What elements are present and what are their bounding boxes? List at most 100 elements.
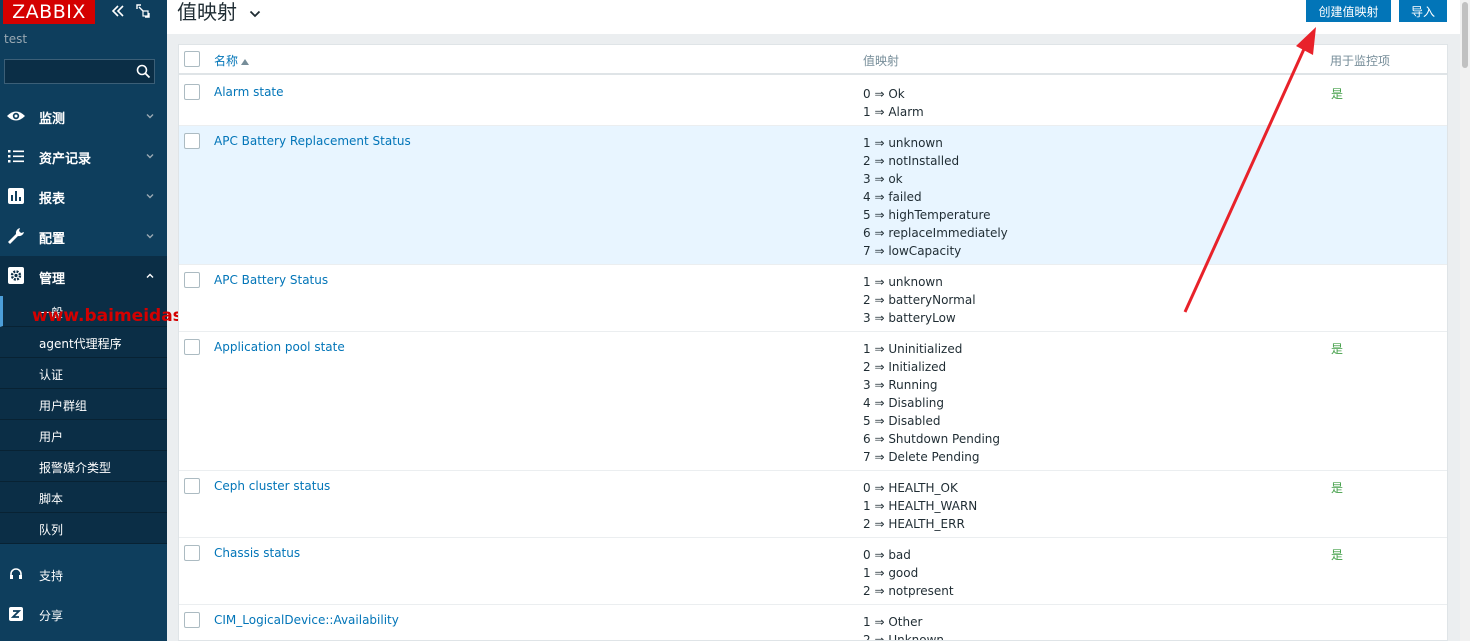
column-header-name[interactable]: 名称 bbox=[214, 52, 250, 69]
mapping-entry: 2 ⇒ HEALTH_ERR bbox=[863, 517, 965, 531]
submenu-item-label: agent代理程序 bbox=[39, 337, 122, 351]
scrollbar-thumb[interactable] bbox=[1462, 2, 1468, 68]
sort-asc-icon bbox=[241, 58, 250, 65]
mapping-list: 1 ⇒ Other 2 ⇒ Unknown bbox=[863, 613, 945, 641]
mapping-entry: 3 ⇒ Running bbox=[863, 378, 938, 392]
mapping-entry: 2 ⇒ batteryNormal bbox=[863, 293, 976, 307]
submenu-item-user-groups[interactable]: 用户群组 bbox=[0, 389, 167, 420]
wrench-icon bbox=[8, 228, 24, 244]
value-map-name-link[interactable]: CIM_LogicalDevice::Availability bbox=[214, 613, 399, 627]
row-checkbox[interactable] bbox=[184, 133, 200, 149]
submenu-item-media-types[interactable]: 报警媒介类型 bbox=[0, 451, 167, 482]
menu-item-administration[interactable]: 管理 bbox=[0, 256, 167, 296]
submenu-item-users[interactable]: 用户 bbox=[0, 420, 167, 451]
submenu-item-scripts[interactable]: 脚本 bbox=[0, 482, 167, 513]
share-icon bbox=[9, 607, 23, 621]
menu-item-label: 报表 bbox=[39, 192, 66, 207]
page-header: 值映射 创建值映射 导入 bbox=[167, 0, 1460, 34]
row-checkbox[interactable] bbox=[184, 545, 200, 561]
page-title[interactable]: 值映射 bbox=[177, 0, 237, 24]
mapping-entry: 4 ⇒ Disabling bbox=[863, 396, 945, 410]
table-row: APC Battery Status 1 ⇒ unknown 2 ⇒ battery… bbox=[179, 265, 1447, 332]
table-row: Ceph cluster status 0 ⇒ HEALTH_OK 1 ⇒ HEAL… bbox=[179, 471, 1447, 538]
select-all-checkbox[interactable] bbox=[184, 51, 200, 67]
table-row: CIM_LogicalDevice::Availability 1 ⇒ Other… bbox=[179, 605, 1447, 641]
column-header-mappings: 值映射 bbox=[863, 54, 900, 68]
table-body: Alarm state 0 ⇒ Ok 1 ⇒ Alarm 是 APC Battery R… bbox=[179, 77, 1447, 641]
submenu-item-label: 报警媒介类型 bbox=[39, 461, 112, 475]
kiosk-mode-icon[interactable] bbox=[136, 4, 150, 18]
menu-item-configuration[interactable]: 配置 bbox=[0, 216, 167, 256]
submenu-item-queue[interactable]: 队列 bbox=[0, 513, 167, 544]
menu-item-inventory[interactable]: 资产记录 bbox=[0, 136, 167, 176]
row-checkbox[interactable] bbox=[184, 478, 200, 494]
brand-row: ZABBIX bbox=[0, 0, 167, 26]
headset-icon bbox=[10, 568, 22, 579]
mapping-entry: 2 ⇒ Initialized bbox=[863, 360, 947, 374]
table-row: Alarm state 0 ⇒ Ok 1 ⇒ Alarm 是 bbox=[179, 77, 1447, 126]
search-icon[interactable] bbox=[136, 64, 151, 79]
value-map-name-link[interactable]: Application pool state bbox=[214, 340, 345, 354]
used-in-items-status: 是 bbox=[1331, 87, 1344, 101]
value-map-name-link[interactable]: Alarm state bbox=[214, 85, 284, 99]
mapping-entry: 6 ⇒ replaceImmediately bbox=[863, 226, 1008, 240]
mapping-entry: 0 ⇒ HEALTH_OK bbox=[863, 481, 958, 495]
row-checkbox[interactable] bbox=[184, 612, 200, 628]
mapping-entry: 1 ⇒ HEALTH_WARN bbox=[863, 499, 978, 513]
mapping-entry: 5 ⇒ highTemperature bbox=[863, 208, 991, 222]
chevron-down-icon[interactable] bbox=[249, 8, 261, 20]
submenu-item-label: 队列 bbox=[39, 523, 64, 537]
menu-item-label: 配置 bbox=[39, 232, 66, 247]
main-menu: 监测 资产记录 报表 配置 管理 bbox=[0, 96, 167, 296]
mapping-entry: 4 ⇒ failed bbox=[863, 190, 922, 204]
mapping-list: 0 ⇒ bad 1 ⇒ good 2 ⇒ notpresent bbox=[863, 546, 954, 600]
mapping-entry: 6 ⇒ Shutdown Pending bbox=[863, 432, 1001, 446]
value-map-name-link[interactable]: Ceph cluster status bbox=[214, 479, 330, 493]
submenu-item-authentication[interactable]: 认证 bbox=[0, 358, 167, 389]
mapping-entry: 1 ⇒ unknown bbox=[863, 136, 943, 150]
mapping-entry: 3 ⇒ batteryLow bbox=[863, 311, 956, 325]
submenu-item-proxies[interactable]: agent代理程序 bbox=[0, 327, 167, 358]
used-in-items-status: 是 bbox=[1331, 481, 1344, 495]
mapping-entry: 2 ⇒ Unknown bbox=[863, 633, 945, 641]
submenu-item-label: 脚本 bbox=[39, 492, 64, 506]
vertical-scrollbar[interactable] bbox=[1460, 0, 1470, 641]
submenu-item-label: 用户 bbox=[39, 430, 64, 444]
table-row: Chassis status 0 ⇒ bad 1 ⇒ good 2 ⇒ notpres… bbox=[179, 538, 1447, 605]
mapping-entry: 3 ⇒ ok bbox=[863, 172, 903, 186]
mapping-list: 1 ⇒ unknown 2 ⇒ notInstalled 3 ⇒ ok 4 ⇒ fai… bbox=[863, 134, 1008, 260]
menu-item-support[interactable]: 支持 bbox=[0, 554, 167, 594]
submenu-item-label: 认证 bbox=[39, 368, 64, 382]
mapping-entry: 1 ⇒ Uninitialized bbox=[863, 342, 963, 356]
zabbix-logo[interactable]: ZABBIX bbox=[3, 0, 95, 24]
used-in-items-status: 是 bbox=[1331, 342, 1344, 356]
menu-item-label: 资产记录 bbox=[39, 152, 92, 167]
mapping-list: 0 ⇒ Ok 1 ⇒ Alarm bbox=[863, 85, 924, 121]
menu-item-share[interactable]: 分享 bbox=[0, 594, 167, 634]
used-in-items-status: 是 bbox=[1331, 548, 1344, 562]
import-button[interactable]: 导入 bbox=[1399, 0, 1447, 22]
mapping-entry: 7 ⇒ Delete Pending bbox=[863, 450, 980, 464]
mapping-list: 1 ⇒ unknown 2 ⇒ batteryNormal 3 ⇒ batteryL… bbox=[863, 273, 976, 327]
collapse-sidebar-icon[interactable] bbox=[111, 4, 125, 18]
value-map-name-link[interactable]: Chassis status bbox=[214, 546, 300, 560]
row-checkbox[interactable] bbox=[184, 339, 200, 355]
create-value-map-button[interactable]: 创建值映射 bbox=[1306, 0, 1391, 22]
column-header-name-label: 名称 bbox=[214, 54, 239, 68]
mapping-entry: 1 ⇒ Other bbox=[863, 615, 923, 629]
table-row: APC Battery Replacement Status 1 ⇒ unknow… bbox=[179, 126, 1447, 265]
search-input[interactable] bbox=[5, 60, 131, 83]
gear-icon bbox=[8, 267, 24, 284]
menu-item-reports[interactable]: 报表 bbox=[0, 176, 167, 216]
row-checkbox[interactable] bbox=[184, 272, 200, 288]
value-map-table: 名称 值映射 用于监控项 Alarm state 0 ⇒ Ok 1 ⇒ Alarm 是… bbox=[178, 44, 1448, 641]
mapping-entry: 2 ⇒ notpresent bbox=[863, 584, 954, 598]
menu-item-monitoring[interactable]: 监测 bbox=[0, 96, 167, 136]
value-map-name-link[interactable]: APC Battery Replacement Status bbox=[214, 134, 411, 148]
row-checkbox[interactable] bbox=[184, 84, 200, 100]
mapping-entry: 2 ⇒ notInstalled bbox=[863, 154, 960, 168]
mapping-entry: 5 ⇒ Disabled bbox=[863, 414, 941, 428]
list-icon bbox=[8, 150, 24, 163]
chevron-up-icon bbox=[146, 273, 154, 278]
value-map-name-link[interactable]: APC Battery Status bbox=[214, 273, 328, 287]
